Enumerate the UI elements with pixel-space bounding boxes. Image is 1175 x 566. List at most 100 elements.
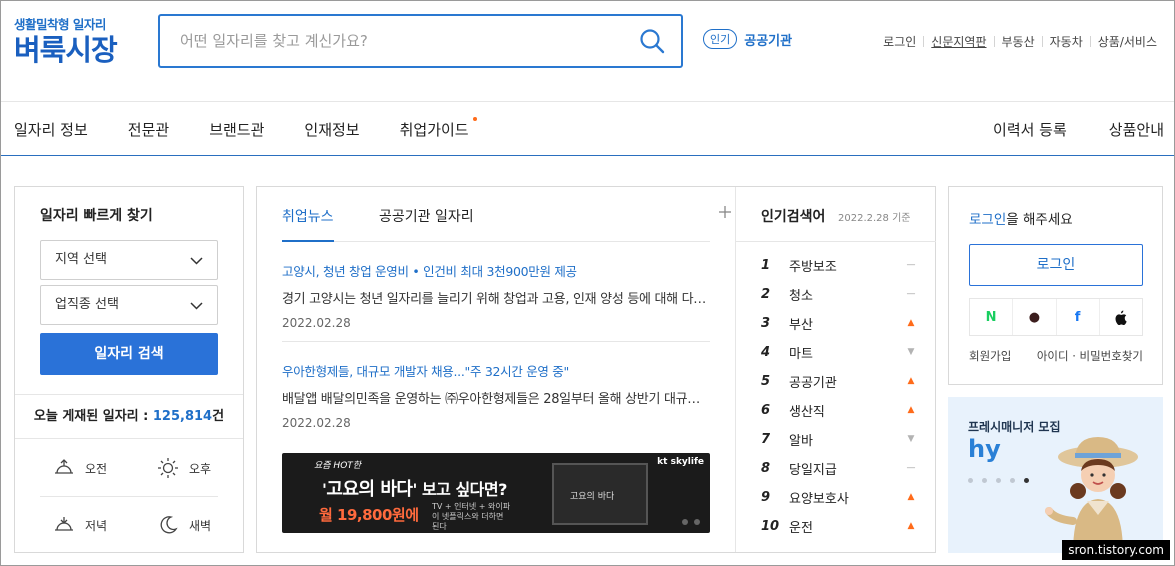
- trend-up-icon: ▲: [907, 318, 915, 328]
- apple-login-button[interactable]: [1100, 299, 1142, 335]
- nav-item-resume[interactable]: 이력서 등록: [993, 119, 1067, 140]
- top-link-login[interactable]: 로그인: [876, 33, 923, 50]
- facebook-login-button[interactable]: f: [1057, 299, 1100, 335]
- rank-item[interactable]: 7 알바 ▼: [761, 429, 916, 449]
- top-link-realestate[interactable]: 부동산: [995, 33, 1042, 50]
- rank-item[interactable]: 10 운전 ▲: [761, 516, 916, 536]
- rank-number: 9: [761, 489, 771, 505]
- news-desc: 배달앱 배달의민족을 운영하는 ㈜우아한형제들은 28일부터 올해 상반기 대규…: [282, 392, 710, 407]
- active-tab-indicator: [282, 240, 334, 242]
- popular-searches-date: 2022.2.28 기준: [838, 213, 911, 224]
- search-box: [158, 14, 683, 68]
- job-type-select[interactable]: 업직종 선택: [40, 285, 218, 325]
- rank-word[interactable]: 알바: [789, 430, 906, 449]
- news-item[interactable]: 고양시, 청년 창업 운영비 • 인건비 최대 3천900만원 제공 경기 고양…: [282, 261, 710, 330]
- pagination-dot-active[interactable]: [1024, 478, 1029, 483]
- divider: [40, 496, 218, 497]
- plus-icon[interactable]: [718, 205, 732, 219]
- rank-item[interactable]: 3 부산 ▲: [761, 313, 916, 333]
- time-filters: 오전 오후 저녁 새벽: [15, 440, 243, 552]
- ad-banner[interactable]: 요즘 HOT한 '고요의 바다' 보고 싶다면? 월 19,800원에 TV +…: [282, 453, 710, 533]
- rank-word[interactable]: 부산: [789, 314, 906, 333]
- popular-searches: 인기검색어 2022.2.28 기준 1 주방보조 —2 청소 —3 부산 ▲ 4 마트 ▼ 5 공공…: [735, 187, 936, 552]
- ad-title: 프레시매니저 모집: [968, 420, 1061, 434]
- rank-number: 1: [761, 257, 771, 273]
- rank-item[interactable]: 9 요양보호사 ▲: [761, 487, 916, 507]
- divider: [282, 341, 710, 342]
- nav-item-brand[interactable]: 브랜드관: [209, 119, 264, 140]
- login-panel: 로그인을 해주세요 로그인 N ● f 회원가입 아이디 · 비밀번호찾기: [948, 186, 1163, 385]
- popular-word[interactable]: 공공기관: [744, 30, 792, 49]
- signup-link[interactable]: 회원가입: [969, 348, 1011, 364]
- rank-item[interactable]: 2 청소 —: [761, 284, 916, 304]
- rank-word[interactable]: 마트: [789, 343, 906, 362]
- rank-item[interactable]: 5 공공기관 ▲: [761, 371, 916, 391]
- rank-item[interactable]: 6 생산직 ▲: [761, 400, 916, 420]
- news-desc: 경기 고양시는 청년 일자리를 늘리기 위해 창업과 고용, 인재 양성 등에 …: [282, 292, 710, 307]
- pagination-dot[interactable]: [682, 519, 688, 525]
- time-morning-label: 오전: [85, 461, 108, 476]
- nav-item-guide-label: 취업가이드: [399, 120, 469, 139]
- trend-down-icon: ▼: [907, 434, 915, 444]
- time-afternoon[interactable]: 오후: [157, 457, 211, 479]
- quick-search-title: 일자리 빠르게 찾기: [40, 208, 153, 224]
- today-count: 125,814: [152, 409, 213, 424]
- nav-item-specialty[interactable]: 전문관: [128, 119, 169, 140]
- tab-job-news-label: 취업뉴스: [282, 209, 334, 225]
- nav-item-products[interactable]: 상품안내: [1109, 119, 1164, 140]
- popular-keyword[interactable]: 인기 공공기관: [703, 29, 792, 49]
- login-button[interactable]: 로그인: [969, 244, 1143, 286]
- find-account-link[interactable]: 아이디 · 비밀번호찾기: [1037, 348, 1143, 364]
- region-select[interactable]: 지역 선택: [40, 240, 218, 280]
- pagination-dot[interactable]: [694, 519, 700, 525]
- rank-word[interactable]: 청소: [789, 285, 906, 304]
- pagination-dot[interactable]: [982, 478, 987, 483]
- nav-item-talent[interactable]: 인재정보: [304, 119, 359, 140]
- rank-number: 6: [761, 402, 771, 418]
- pagination-dot[interactable]: [1010, 478, 1015, 483]
- news-date: 2022.02.28: [282, 316, 351, 330]
- rank-word[interactable]: 운전: [789, 517, 906, 536]
- kakao-login-button[interactable]: ●: [1013, 299, 1057, 335]
- pagination-dot[interactable]: [968, 478, 973, 483]
- tab-job-news[interactable]: 취업뉴스: [282, 206, 334, 226]
- naver-icon: N: [985, 309, 997, 325]
- nav-item-guide[interactable]: 취업가이드: [399, 116, 477, 140]
- banner-headline-highlight: 고요의 바다: [326, 479, 413, 500]
- search-input[interactable]: [160, 16, 620, 66]
- rank-word[interactable]: 공공기관: [789, 372, 906, 391]
- rank-word[interactable]: 당일지급: [789, 459, 906, 478]
- search-icon[interactable]: [639, 28, 665, 54]
- kakao-icon: ●: [1028, 309, 1041, 325]
- rank-item[interactable]: 1 주방보조 —: [761, 255, 916, 275]
- time-evening[interactable]: 저녁: [53, 514, 107, 536]
- pagination-dot[interactable]: [996, 478, 1001, 483]
- time-evening-label: 저녁: [85, 518, 108, 533]
- login-message-link[interactable]: 로그인: [969, 212, 1006, 228]
- tab-public-jobs[interactable]: 공공기관 일자리: [379, 206, 474, 226]
- top-link-newspaper[interactable]: 신문지역판: [924, 33, 993, 50]
- top-link-goods[interactable]: 상품/서비스: [1091, 33, 1164, 50]
- time-dawn[interactable]: 새벽: [157, 514, 211, 536]
- recruit-ad[interactable]: 프레시매니저 모집 hy: [948, 397, 1163, 553]
- rank-item[interactable]: 4 마트 ▼: [761, 342, 916, 362]
- rank-word[interactable]: 주방보조: [789, 256, 906, 275]
- news-panel: 취업뉴스 공공기관 일자리 고양시, 청년 창업 운영비 • 인건비 최대 3천…: [256, 186, 936, 553]
- banner-headline: '고요의 바다' 보고 싶다면?: [322, 475, 507, 501]
- news-title[interactable]: 우아한형제들, 대규모 개발자 채용..."주 32시간 운영 중": [282, 361, 710, 380]
- news-item[interactable]: 우아한형제들, 대규모 개발자 채용..."주 32시간 운영 중" 배달앱 배…: [282, 361, 710, 430]
- rank-word[interactable]: 요양보호사: [789, 488, 906, 507]
- job-search-button[interactable]: 일자리 검색: [40, 333, 218, 375]
- site-logo[interactable]: 생활밀착형 일자리 벼룩시장: [14, 14, 118, 66]
- news-title[interactable]: 고양시, 청년 창업 운영비 • 인건비 최대 3천900만원 제공: [282, 261, 710, 280]
- time-morning[interactable]: 오전: [53, 457, 107, 479]
- nav-item-jobs[interactable]: 일자리 정보: [14, 119, 88, 140]
- rank-item[interactable]: 8 당일지급 —: [761, 458, 916, 478]
- rank-number: 8: [761, 460, 771, 476]
- banner-price: 월 19,800원에: [319, 506, 419, 524]
- top-link-car[interactable]: 자동차: [1043, 33, 1090, 50]
- naver-login-button[interactable]: N: [970, 299, 1014, 335]
- banner-small-text: 요즘 HOT한: [314, 461, 362, 471]
- rank-word[interactable]: 생산직: [789, 401, 906, 420]
- banner-pagination: [676, 519, 700, 525]
